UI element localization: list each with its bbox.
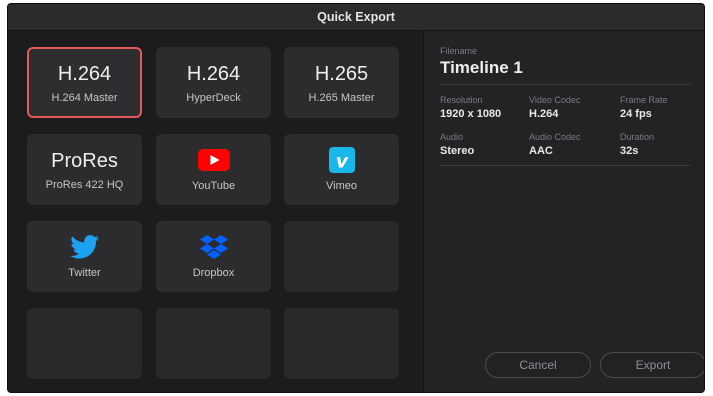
preset-label: H.265 Master (308, 91, 375, 104)
export-button-label: Export (635, 358, 671, 372)
preset-label: Dropbox (192, 266, 235, 279)
dropbox-icon (199, 234, 229, 259)
preset-dropbox[interactable]: Dropbox (156, 221, 271, 292)
preset-youtube[interactable]: YouTube (156, 134, 271, 205)
preset-prores-422-hq[interactable]: ProRes ProRes 422 HQ (27, 134, 142, 205)
duration-label: Duration (620, 132, 655, 142)
preset-format: H.265 (314, 62, 369, 85)
preset-format: H.264 (57, 62, 112, 85)
preset-twitter[interactable]: Twitter (27, 221, 142, 292)
preset-grid: H.264 H.264 Master H.264 HyperDeck H.265… (8, 31, 422, 392)
video-codec-field: Video Codec H.264 (529, 95, 580, 120)
audio-codec-label: Audio Codec (529, 132, 581, 142)
preset-h264-master[interactable]: H.264 H.264 Master (27, 47, 142, 118)
audio-field: Audio Stereo (440, 132, 474, 157)
resolution-field: Resolution 1920 x 1080 (440, 95, 501, 120)
cancel-button-label: Cancel (519, 358, 557, 372)
dialog-title: Quick Export (317, 10, 395, 24)
frame-rate-value: 24 fps (620, 108, 652, 120)
preset-format: ProRes (51, 149, 118, 172)
preset-slot-empty (284, 221, 399, 292)
preset-h265-master[interactable]: H.265 H.265 Master (284, 47, 399, 118)
preset-label: HyperDeck (186, 91, 241, 104)
resolution-value: 1920 x 1080 (440, 108, 502, 120)
quick-export-dialog: Quick Export H.264 H.264 Master H.264 Hy… (7, 3, 705, 393)
divider (440, 84, 690, 85)
filename-value[interactable]: Timeline 1 (440, 58, 523, 78)
preset-hyperdeck[interactable]: H.264 HyperDeck (156, 47, 271, 118)
vimeo-icon: v (328, 146, 355, 173)
preset-label: Twitter (68, 266, 101, 279)
twitter-icon (69, 234, 100, 259)
audio-label: Audio (440, 132, 464, 142)
preset-label: H.264 Master (51, 91, 118, 104)
divider (440, 165, 690, 166)
duration-field: Duration 32s (620, 132, 654, 157)
svg-text:v: v (335, 150, 348, 172)
youtube-icon (197, 148, 230, 172)
audio-codec-field: Audio Codec AAC (529, 132, 581, 157)
video-codec-label: Video Codec (529, 95, 581, 105)
filename-label: Filename (440, 46, 478, 56)
preset-format: H.264 (186, 62, 241, 85)
cancel-button[interactable]: Cancel (485, 352, 591, 378)
frame-rate-field: Frame Rate 24 fps (620, 95, 668, 120)
preset-vimeo[interactable]: v Vimeo (284, 134, 399, 205)
preset-slot-empty (27, 308, 142, 379)
audio-codec-value: AAC (529, 145, 553, 157)
duration-value: 32s (620, 145, 639, 157)
preset-slot-empty (284, 308, 399, 379)
preset-label: Vimeo (326, 179, 357, 192)
audio-value: Stereo (440, 145, 475, 157)
video-codec-value: H.264 (529, 108, 559, 120)
export-details-panel: Filename Timeline 1 Resolution 1920 x 10… (423, 31, 704, 392)
dialog-title-bar: Quick Export (8, 4, 704, 31)
frame-rate-label: Frame Rate (620, 95, 668, 105)
preset-label: ProRes 422 HQ (45, 178, 124, 191)
resolution-label: Resolution (440, 95, 483, 105)
preset-slot-empty (156, 308, 271, 379)
preset-label: YouTube (191, 179, 236, 192)
export-button[interactable]: Export (600, 352, 704, 378)
